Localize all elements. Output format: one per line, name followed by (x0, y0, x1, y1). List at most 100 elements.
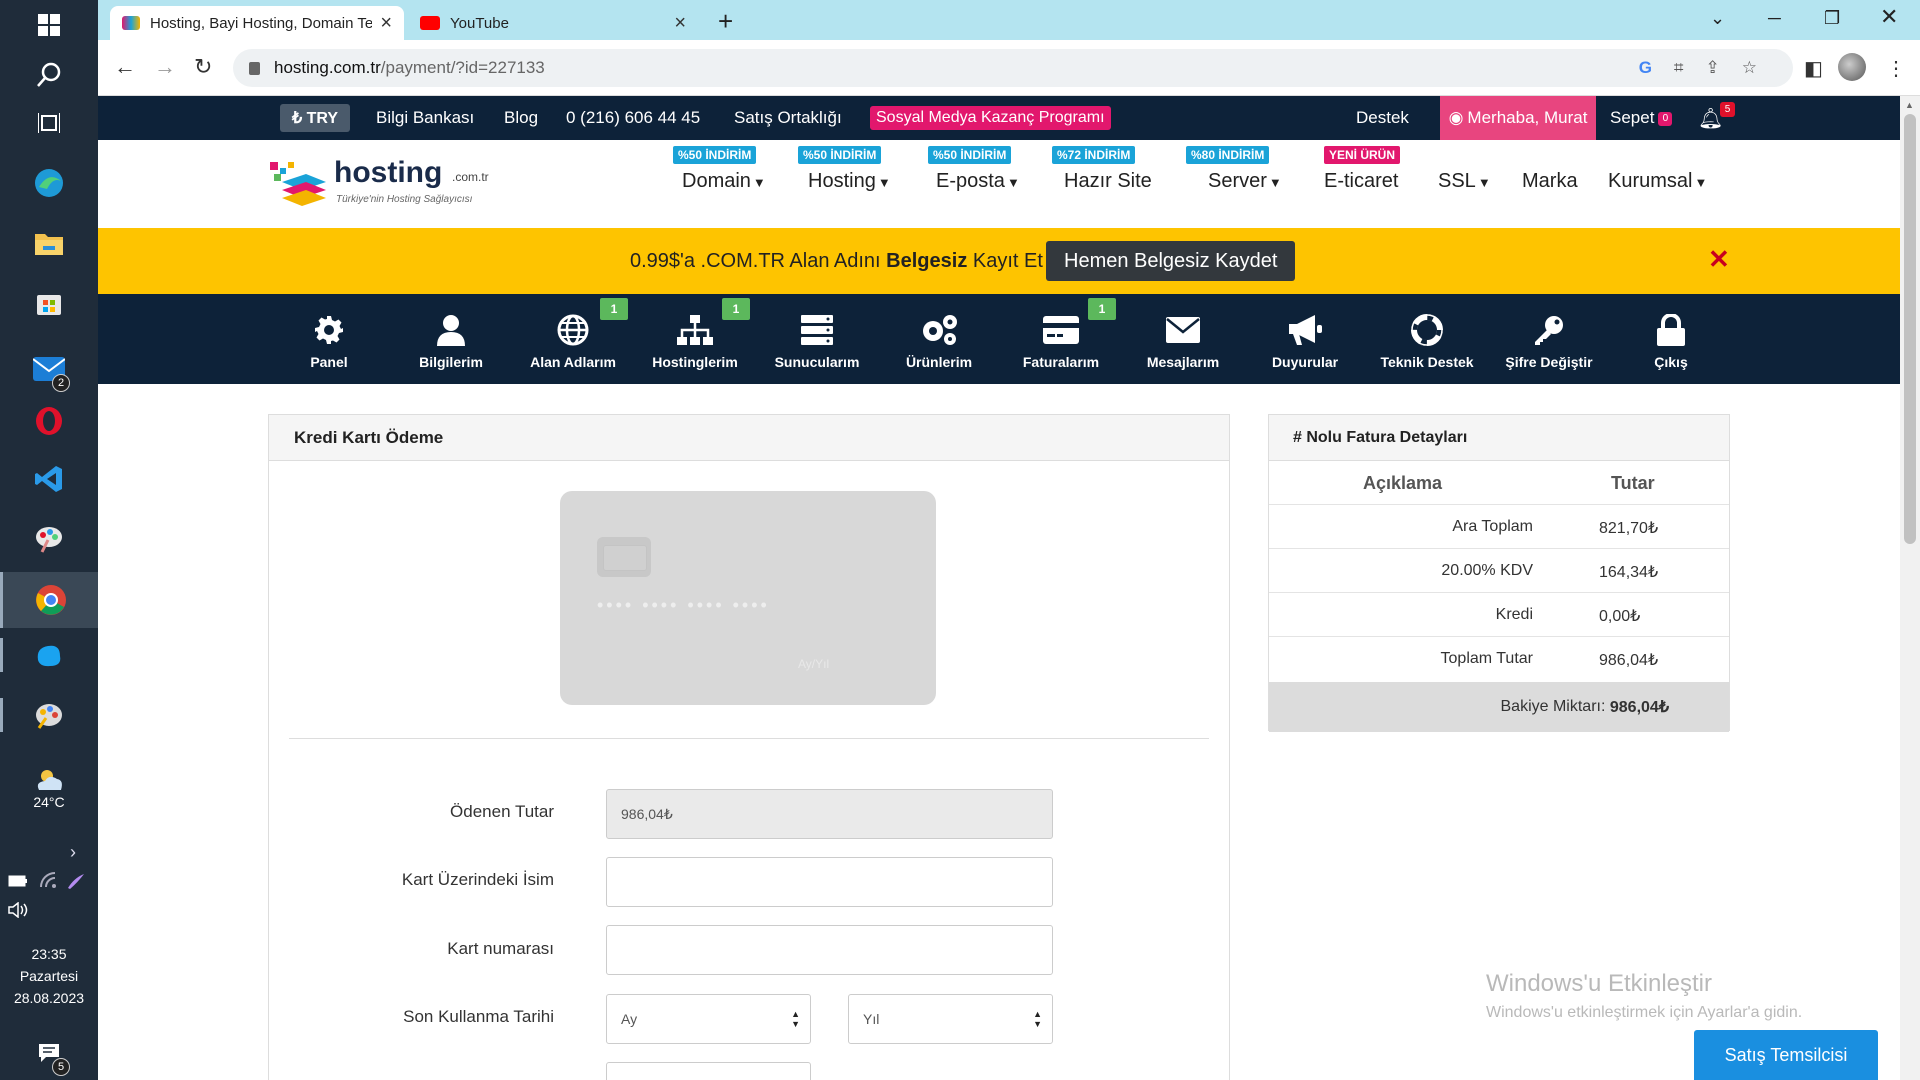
card-expiry-hint: Ay/Yıl (798, 657, 830, 671)
panel-nav-bilgilerim[interactable]: Bilgilerim (390, 312, 512, 370)
expiry-year-select[interactable]: Yıl ▲ ▼ (848, 994, 1053, 1044)
bookmark-star-icon[interactable]: ☆ (1742, 58, 1757, 78)
new-tab-button[interactable]: + (718, 6, 733, 37)
battery-icon[interactable] (8, 874, 28, 890)
cloud-app-icon[interactable] (0, 632, 72, 678)
balance-label: Bakiye Miktarı: (1500, 698, 1606, 715)
address-bar[interactable]: hosting.com.tr/payment/?id=227133 G ⌗ ⇪ … (233, 49, 1793, 87)
vscode-icon[interactable] (26, 456, 72, 502)
menu-kurumsal[interactable]: Kurumsal ▼ (1608, 170, 1707, 193)
menu-server[interactable]: Server ▼ (1208, 170, 1282, 193)
currency-selector[interactable]: ₺ TRY (280, 104, 351, 132)
scrollbar-thumb[interactable] (1904, 114, 1916, 544)
tab-hosting[interactable]: Hosting, Bayi Hosting, Domain Te × (110, 6, 404, 40)
menu-hosting[interactable]: Hosting ▼ (808, 170, 891, 193)
microsoft-store-icon[interactable] (26, 280, 72, 326)
panel-nav-cikis[interactable]: Çıkış (1610, 312, 1732, 370)
share-icon[interactable]: ⇪ (1706, 58, 1720, 78)
expiry-month-select[interactable]: Ay ▲ ▼ (606, 994, 811, 1044)
phone-number[interactable]: 0 (216) 606 44 45 (566, 108, 700, 128)
opera-icon[interactable] (26, 398, 72, 444)
page-scrollbar[interactable]: ▲ (1900, 96, 1920, 1080)
search-icon[interactable] (26, 52, 72, 98)
windows-start-icon[interactable] (26, 2, 72, 48)
menu-eposta[interactable]: E-posta ▼ (936, 170, 1020, 193)
close-window-button[interactable]: ✕ (1880, 4, 1898, 30)
clock-day: Pazartesi (19, 968, 79, 984)
site-logo[interactable]: hosting .com.tr Türkiye'nin Hosting Sağl… (268, 156, 489, 212)
cart-link[interactable]: Sepet 0 (1610, 108, 1673, 128)
mail-icon[interactable]: 2 (26, 346, 72, 392)
profile-avatar[interactable] (1838, 53, 1866, 81)
link-satis-ortakligi[interactable]: Satış Ortaklığı (734, 108, 842, 128)
card-number-input[interactable] (606, 925, 1053, 975)
pen-icon[interactable] (66, 872, 86, 893)
amount-label: Ödenen Tutar (450, 802, 554, 821)
link-blog[interactable]: Blog (504, 108, 538, 128)
chrome-icon[interactable] (0, 572, 98, 628)
invoice-table-header: Açıklama Tutar (1269, 461, 1729, 505)
panel-nav-sifre-degistir[interactable]: Şifre Değiştir (1488, 312, 1610, 370)
close-banner-icon[interactable]: ✕ (1708, 244, 1730, 275)
panel-nav-alan-adlarim[interactable]: Alan Adlarım (512, 312, 634, 370)
reload-button[interactable]: ↻ (194, 54, 212, 80)
panel-nav-mesajlarim[interactable]: Mesajlarım (1122, 312, 1244, 370)
menu-marka[interactable]: Marka (1522, 170, 1578, 193)
tab-youtube[interactable]: YouTube × (408, 6, 698, 40)
tab-search-icon[interactable]: ⌄ (1710, 8, 1725, 29)
google-icon[interactable]: G (1639, 58, 1652, 78)
nav-count-badge: 1 (722, 298, 750, 320)
translate-icon[interactable]: ⌗ (1674, 58, 1684, 78)
panel-nav-panel[interactable]: Panel (268, 312, 390, 370)
close-tab-icon[interactable]: × (380, 12, 392, 35)
chrome-menu-icon[interactable]: ⋮ (1886, 56, 1906, 81)
paint-icon[interactable] (26, 516, 72, 562)
side-panel-icon[interactable]: ◧ (1804, 56, 1823, 81)
clock-time[interactable]: 23:35 (0, 946, 98, 962)
cvc-input[interactable] (606, 1062, 811, 1080)
menu-hazir-site[interactable]: Hazır Site (1064, 170, 1152, 193)
lock-icon (1610, 312, 1732, 348)
windows-taskbar: 2 24°C › 23:35 Pazartesi 28.08.2023 5 (0, 0, 98, 1080)
scroll-up-icon[interactable]: ▲ (1905, 100, 1914, 110)
task-view-icon[interactable] (26, 100, 72, 146)
restore-button[interactable]: ❐ (1824, 8, 1840, 29)
edge-icon[interactable] (26, 160, 72, 206)
discount-tag: %50 İNDİRİM (798, 146, 882, 164)
client-panel-nav: Panel Bilgilerim Alan Adlarım 1 Hostingl… (98, 294, 1900, 384)
panel-nav-urunlerim[interactable]: Ürünlerim (878, 312, 1000, 370)
nav-label: Ürünlerim (905, 354, 973, 370)
close-tab-icon[interactable]: × (674, 12, 686, 35)
panel-nav-faturalarim[interactable]: Faturalarım (1000, 312, 1122, 370)
file-explorer-icon[interactable] (26, 220, 72, 266)
register-now-button[interactable]: Hemen Belgesiz Kaydet (1046, 241, 1296, 281)
lock-icon[interactable] (249, 61, 260, 75)
social-media-program-link[interactable]: Sosyal Medya Kazanç Programı (870, 106, 1111, 130)
mail-badge: 2 (52, 374, 70, 392)
panel-nav-sunucularim[interactable]: Sunucularım (756, 312, 878, 370)
promo-text-post: Kayıt Et (967, 250, 1043, 272)
nav-label: Alan Adlarım (530, 354, 616, 370)
panel-nav-hostinglerim[interactable]: Hostinglerim (634, 312, 756, 370)
back-button[interactable]: ← (114, 54, 136, 80)
panel-nav-duyurular[interactable]: Duyurular (1244, 312, 1366, 370)
menu-ssl[interactable]: SSL ▼ (1438, 170, 1491, 193)
menu-eticaret[interactable]: E-ticaret (1324, 170, 1398, 193)
paint-3d-icon[interactable] (0, 692, 72, 738)
link-destek[interactable]: Destek (1356, 108, 1409, 128)
chevron-right-icon[interactable]: › (70, 842, 76, 863)
row-amount: 821,70₺ (1599, 520, 1659, 537)
sales-representative-button[interactable]: Satış Temsilcisi (1694, 1030, 1878, 1080)
panel-nav-teknik-destek[interactable]: Teknik Destek (1366, 312, 1488, 370)
cardholder-name-input[interactable] (606, 857, 1053, 907)
payment-title: Kredi Kartı Ödeme (269, 415, 1229, 461)
volume-icon[interactable] (8, 901, 30, 921)
user-menu[interactable]: ◉ Merhaba, Murat (1440, 96, 1596, 140)
menu-domain[interactable]: Domain ▼ (682, 170, 766, 193)
forward-button[interactable]: → (154, 54, 176, 80)
minimize-button[interactable]: ─ (1768, 8, 1781, 29)
notification-icon[interactable]: 5 (26, 1030, 72, 1076)
link-bilgi-bankasi[interactable]: Bilgi Bankası (376, 108, 474, 128)
cardholder-name-label: Kart Üzerindeki İsim (401, 870, 554, 889)
wifi-icon[interactable] (40, 872, 58, 891)
